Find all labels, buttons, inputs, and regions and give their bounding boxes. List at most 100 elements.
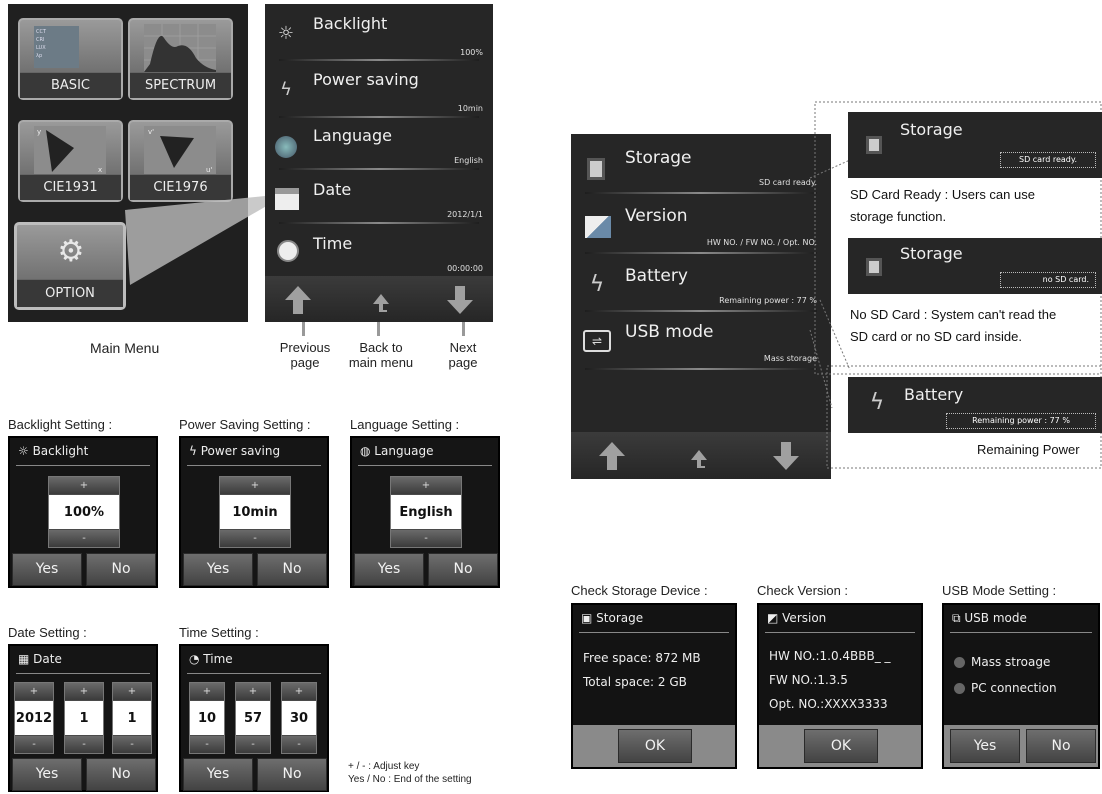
- date-setting-panel: ▦ Date + 2012 - + 1 - + 1 - Yes No: [8, 644, 158, 792]
- time-setting-title: ◔ Time: [189, 652, 233, 666]
- spectrum-graph-icon: [144, 24, 216, 72]
- usb-row-title[interactable]: USB mode: [625, 322, 714, 342]
- storage-row-title[interactable]: Storage: [625, 148, 692, 168]
- main-menu-caption: Main Menu: [90, 340, 160, 356]
- legend: + / - : Adjust key Yes / No : End of the…: [348, 760, 472, 786]
- calendar-icon: [275, 188, 299, 210]
- minus-button[interactable]: -: [391, 530, 461, 547]
- yes-button[interactable]: Yes: [12, 553, 82, 586]
- up-arrow-icon[interactable]: [597, 440, 627, 472]
- title-divider: [950, 632, 1092, 633]
- option-tile-label: OPTION: [17, 279, 123, 307]
- day-stepper[interactable]: + 1 -: [112, 682, 152, 754]
- power-stepper[interactable]: + 10min -: [219, 476, 291, 548]
- desc-line: storage function.: [850, 209, 947, 224]
- no-button[interactable]: No: [257, 758, 327, 791]
- panel-title-text: USB mode: [964, 611, 1027, 625]
- date-row-title[interactable]: Date: [313, 180, 351, 199]
- caption-line: Back to: [359, 340, 403, 355]
- battery-callout-value: Remaining power : 77 %: [946, 413, 1096, 429]
- storage-callout-value: SD card ready.: [1000, 152, 1096, 168]
- hour-stepper[interactable]: + 10 -: [189, 682, 225, 754]
- minus-button[interactable]: -: [49, 530, 119, 547]
- spectrum-tile[interactable]: SPECTRUM: [128, 18, 233, 100]
- basic-tile[interactable]: CCT CRI LUX λp BASIC: [18, 18, 123, 100]
- up-arrow-icon[interactable]: [283, 284, 313, 316]
- time-row-title[interactable]: Time: [313, 234, 352, 253]
- power-value: 10min: [220, 495, 290, 529]
- plus-button[interactable]: +: [282, 683, 316, 700]
- usb-mode-caption: USB Mode Setting :: [942, 583, 1057, 598]
- language-stepper[interactable]: + English -: [390, 476, 462, 548]
- yes-button[interactable]: Yes: [354, 553, 424, 586]
- callout-value-text: no SD card.: [1042, 275, 1089, 284]
- backlight-stepper[interactable]: + 100% -: [48, 476, 120, 548]
- power-saving-row-title[interactable]: Power saving: [313, 70, 419, 89]
- back-arrow-icon[interactable]: [365, 290, 393, 312]
- yes-button[interactable]: Yes: [950, 729, 1020, 763]
- minus-button[interactable]: -: [15, 736, 53, 753]
- opt-number: Opt. NO.:XXXX3333: [769, 697, 888, 711]
- row-divider: [279, 116, 479, 118]
- svg-text:y: y: [37, 128, 41, 136]
- back-arrow-icon[interactable]: [683, 446, 711, 468]
- panel-title-text: Storage: [596, 611, 644, 625]
- no-button[interactable]: No: [86, 553, 156, 586]
- radio-unselected-icon: [954, 656, 965, 668]
- pc-connection-option[interactable]: PC connection: [954, 681, 1057, 695]
- no-button[interactable]: No: [428, 553, 498, 586]
- plus-button[interactable]: +: [113, 683, 151, 700]
- minute-stepper[interactable]: + 57 -: [235, 682, 271, 754]
- year-stepper[interactable]: + 2012 -: [14, 682, 54, 754]
- storage-ready-desc: SD Card Ready : Users can use storage fu…: [850, 184, 1035, 228]
- month-stepper[interactable]: + 1 -: [64, 682, 104, 754]
- row-divider: [279, 59, 479, 61]
- no-button[interactable]: No: [1026, 729, 1096, 763]
- minus-button[interactable]: -: [220, 530, 290, 547]
- language-row-title[interactable]: Language: [313, 126, 392, 145]
- no-button[interactable]: No: [86, 758, 156, 791]
- ok-button[interactable]: OK: [618, 729, 692, 763]
- version-row-title[interactable]: Version: [625, 206, 688, 226]
- plus-button[interactable]: +: [49, 477, 119, 494]
- version-icon: [585, 216, 611, 238]
- time-setting-panel: ◔ Time + 10 - + 57 - + 30 - Yes No: [179, 644, 329, 792]
- desc-line: SD card or no SD card inside.: [850, 329, 1022, 344]
- minus-button[interactable]: -: [190, 736, 224, 753]
- minus-button[interactable]: -: [282, 736, 316, 753]
- sd-card-icon: [866, 136, 882, 154]
- minus-button[interactable]: -: [236, 736, 270, 753]
- option-list-screen: ☼ Backlight 100% ϟ Power saving 10min La…: [265, 4, 493, 322]
- plus-button[interactable]: +: [190, 683, 224, 700]
- basic-tile-label: BASIC: [20, 72, 121, 98]
- plus-button[interactable]: +: [391, 477, 461, 494]
- sd-card-icon: [587, 158, 605, 180]
- yes-button[interactable]: Yes: [12, 758, 82, 791]
- battery-row-title[interactable]: Battery: [625, 266, 688, 286]
- desc-line: No SD Card : System can't read the: [850, 307, 1057, 322]
- plus-button[interactable]: +: [65, 683, 103, 700]
- sun-icon: ☼: [277, 22, 295, 44]
- time-setting-caption: Time Setting :: [179, 625, 259, 640]
- backlight-row-title[interactable]: Backlight: [313, 14, 387, 33]
- plus-button[interactable]: +: [15, 683, 53, 700]
- cie1931-tile[interactable]: y x CIE1931: [18, 120, 123, 202]
- down-arrow-icon[interactable]: [445, 284, 475, 316]
- check-storage-title: ▣ Storage: [581, 611, 644, 625]
- mass-storage-option[interactable]: Mass stroage: [954, 655, 1050, 669]
- ok-button[interactable]: OK: [804, 729, 878, 763]
- second-stepper[interactable]: + 30 -: [281, 682, 317, 754]
- storage-ready-callout: Storage SD card ready.: [848, 112, 1102, 178]
- backlight-row-value: 100%: [460, 48, 483, 57]
- minus-button[interactable]: -: [65, 736, 103, 753]
- yes-button[interactable]: Yes: [183, 553, 253, 586]
- plus-button[interactable]: +: [236, 683, 270, 700]
- plus-button[interactable]: +: [220, 477, 290, 494]
- panel-title-text: Date: [33, 652, 62, 666]
- yes-button[interactable]: Yes: [183, 758, 253, 791]
- gears-icon: ⚙: [57, 233, 85, 269]
- hw-number: HW NO.:1.0.4BBB_ _: [769, 649, 891, 663]
- title-divider: [16, 465, 150, 466]
- no-button[interactable]: No: [257, 553, 327, 586]
- minus-button[interactable]: -: [113, 736, 151, 753]
